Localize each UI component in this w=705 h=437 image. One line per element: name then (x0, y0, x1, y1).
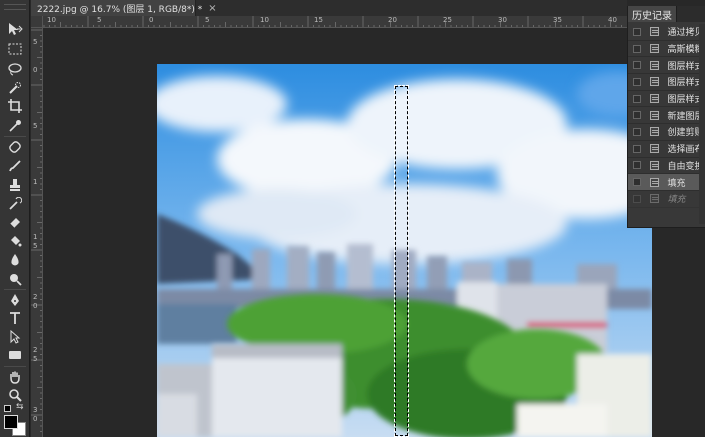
history-step-icon (649, 94, 660, 104)
ruler-label: 20 (388, 16, 397, 24)
snapshot-checkbox[interactable] (633, 77, 641, 86)
pen-tool-icon[interactable] (3, 291, 27, 309)
clone-stamp-tool-icon[interactable] (3, 176, 27, 194)
history-step-icon (649, 144, 660, 154)
ruler-label: 10 (47, 16, 56, 24)
ruler-label: 5 (33, 122, 38, 130)
history-step-icon (649, 44, 660, 54)
ruler-label: 2 (33, 293, 38, 301)
snapshot-checkbox[interactable] (633, 94, 641, 103)
canvas-workspace[interactable] (44, 29, 705, 437)
history-panel-header: 历史记录 (628, 6, 705, 22)
snapshot-checkbox[interactable] (633, 161, 641, 170)
ruler-label: 0 (149, 16, 154, 24)
history-step-icon (649, 77, 660, 87)
history-item-selected[interactable]: 填充 (628, 174, 705, 191)
ruler-label: 2 (33, 346, 38, 354)
selection-marquee[interactable] (394, 85, 409, 437)
history-item[interactable]: 新建图层 (628, 107, 705, 125)
path-select-tool-icon[interactable] (3, 328, 27, 346)
tool-separator (4, 289, 26, 290)
history-step-icon (649, 194, 660, 204)
ruler-origin[interactable] (31, 16, 43, 28)
ruler-label: 30 (498, 16, 507, 24)
ruler-label: 1 (33, 178, 38, 186)
ruler-label: 5 (97, 16, 102, 24)
document-tab-title: 2222.jpg @ 16.7% (图层 1, RGB/8*) * (37, 4, 203, 15)
history-brush-tool-icon[interactable] (3, 195, 27, 213)
ruler-label: 5 (33, 242, 38, 250)
hand-tool-icon[interactable] (3, 368, 27, 386)
healing-brush-tool-icon[interactable] (3, 138, 27, 156)
history-item-undone[interactable]: 填充 (628, 191, 705, 208)
horizontal-ruler[interactable]: 10 5 0 5 10 15 20 25 30 35 40 (31, 16, 627, 28)
history-item[interactable]: 自由变换 (628, 158, 705, 175)
snapshot-checkbox[interactable] (633, 61, 641, 70)
document-tab-bar: 2222.jpg @ 16.7% (图层 1, RGB/8*) * × (31, 0, 627, 16)
ruler-label: 40 (608, 16, 617, 24)
snapshot-checkbox[interactable] (633, 144, 641, 153)
paint-bucket-tool-icon[interactable] (3, 232, 27, 250)
tools-panel: ⇆ (0, 0, 30, 437)
ruler-label: 0 (33, 415, 38, 423)
history-item[interactable]: 图层样式 (628, 91, 705, 108)
snapshot-checkbox[interactable] (633, 44, 641, 53)
history-step-icon (649, 110, 660, 120)
ruler-label: 25 (443, 16, 452, 24)
lasso-tool-icon[interactable] (3, 60, 27, 78)
tool-separator (4, 366, 26, 367)
crop-tool-icon[interactable] (3, 97, 27, 115)
foreground-color-swatch[interactable] (4, 415, 18, 429)
history-step-icon (649, 27, 660, 37)
vertical-ruler[interactable]: 5 0 5 1 1 5 2 0 2 5 3 0 (31, 28, 43, 437)
ruler-label: 5 (33, 355, 38, 363)
history-item[interactable]: 选择画布 (628, 141, 705, 158)
history-panel: 历史记录 通过拷贝 高斯模糊 图层样式 图层样式 图层样式 新建图层 创建剪贴 … (627, 6, 705, 228)
ruler-label: 5 (33, 38, 38, 46)
move-tool-icon[interactable] (3, 20, 27, 38)
history-step-icon (649, 160, 660, 170)
blur-tool-icon[interactable] (3, 251, 27, 269)
snapshot-checkbox[interactable] (633, 127, 641, 136)
history-item[interactable]: 图层样式 (628, 57, 705, 75)
history-item[interactable]: 创建剪贴 (628, 124, 705, 141)
tool-separator (4, 136, 26, 137)
history-item[interactable]: 高斯模糊 (628, 41, 705, 58)
history-scrollbar[interactable] (699, 24, 705, 224)
snapshot-checkbox[interactable] (633, 194, 641, 203)
ruler-label: 0 (33, 302, 38, 310)
ruler-label: 35 (553, 16, 562, 24)
type-tool-icon[interactable] (3, 309, 27, 327)
history-step-icon (649, 127, 660, 137)
ruler-label: 3 (33, 406, 38, 414)
snapshot-checkbox[interactable] (633, 178, 641, 187)
eyedropper-tool-icon[interactable] (3, 117, 27, 135)
ruler-label: 1 (33, 233, 38, 241)
toolbox-grip[interactable] (4, 4, 26, 10)
ruler-label: 10 (260, 16, 269, 24)
shape-tool-icon[interactable] (3, 346, 27, 364)
history-list: 通过拷贝 高斯模糊 图层样式 图层样式 图层样式 新建图层 创建剪贴 选择画布 … (628, 24, 705, 208)
tab-history[interactable]: 历史记录 (628, 6, 677, 22)
ruler-label: 5 (205, 16, 210, 24)
eraser-tool-icon[interactable] (3, 213, 27, 231)
ruler-label: 15 (314, 16, 323, 24)
history-item[interactable]: 通过拷贝 (628, 24, 705, 41)
history-step-icon (649, 177, 660, 187)
snapshot-checkbox[interactable] (633, 27, 641, 36)
ruler-label: 0 (33, 66, 38, 74)
close-tab-icon[interactable]: × (208, 3, 216, 14)
document-tab[interactable]: 2222.jpg @ 16.7% (图层 1, RGB/8*) * × (31, 0, 217, 16)
default-colors-icon[interactable] (4, 405, 11, 412)
history-step-icon (649, 60, 660, 70)
snapshot-checkbox[interactable] (633, 111, 641, 120)
quick-select-tool-icon[interactable] (3, 79, 27, 97)
brush-tool-icon[interactable] (3, 157, 27, 175)
history-item[interactable]: 图层样式 (628, 74, 705, 91)
marquee-tool-icon[interactable] (3, 40, 27, 58)
dodge-tool-icon[interactable] (3, 270, 27, 288)
swap-colors-icon[interactable]: ⇆ (16, 402, 24, 412)
